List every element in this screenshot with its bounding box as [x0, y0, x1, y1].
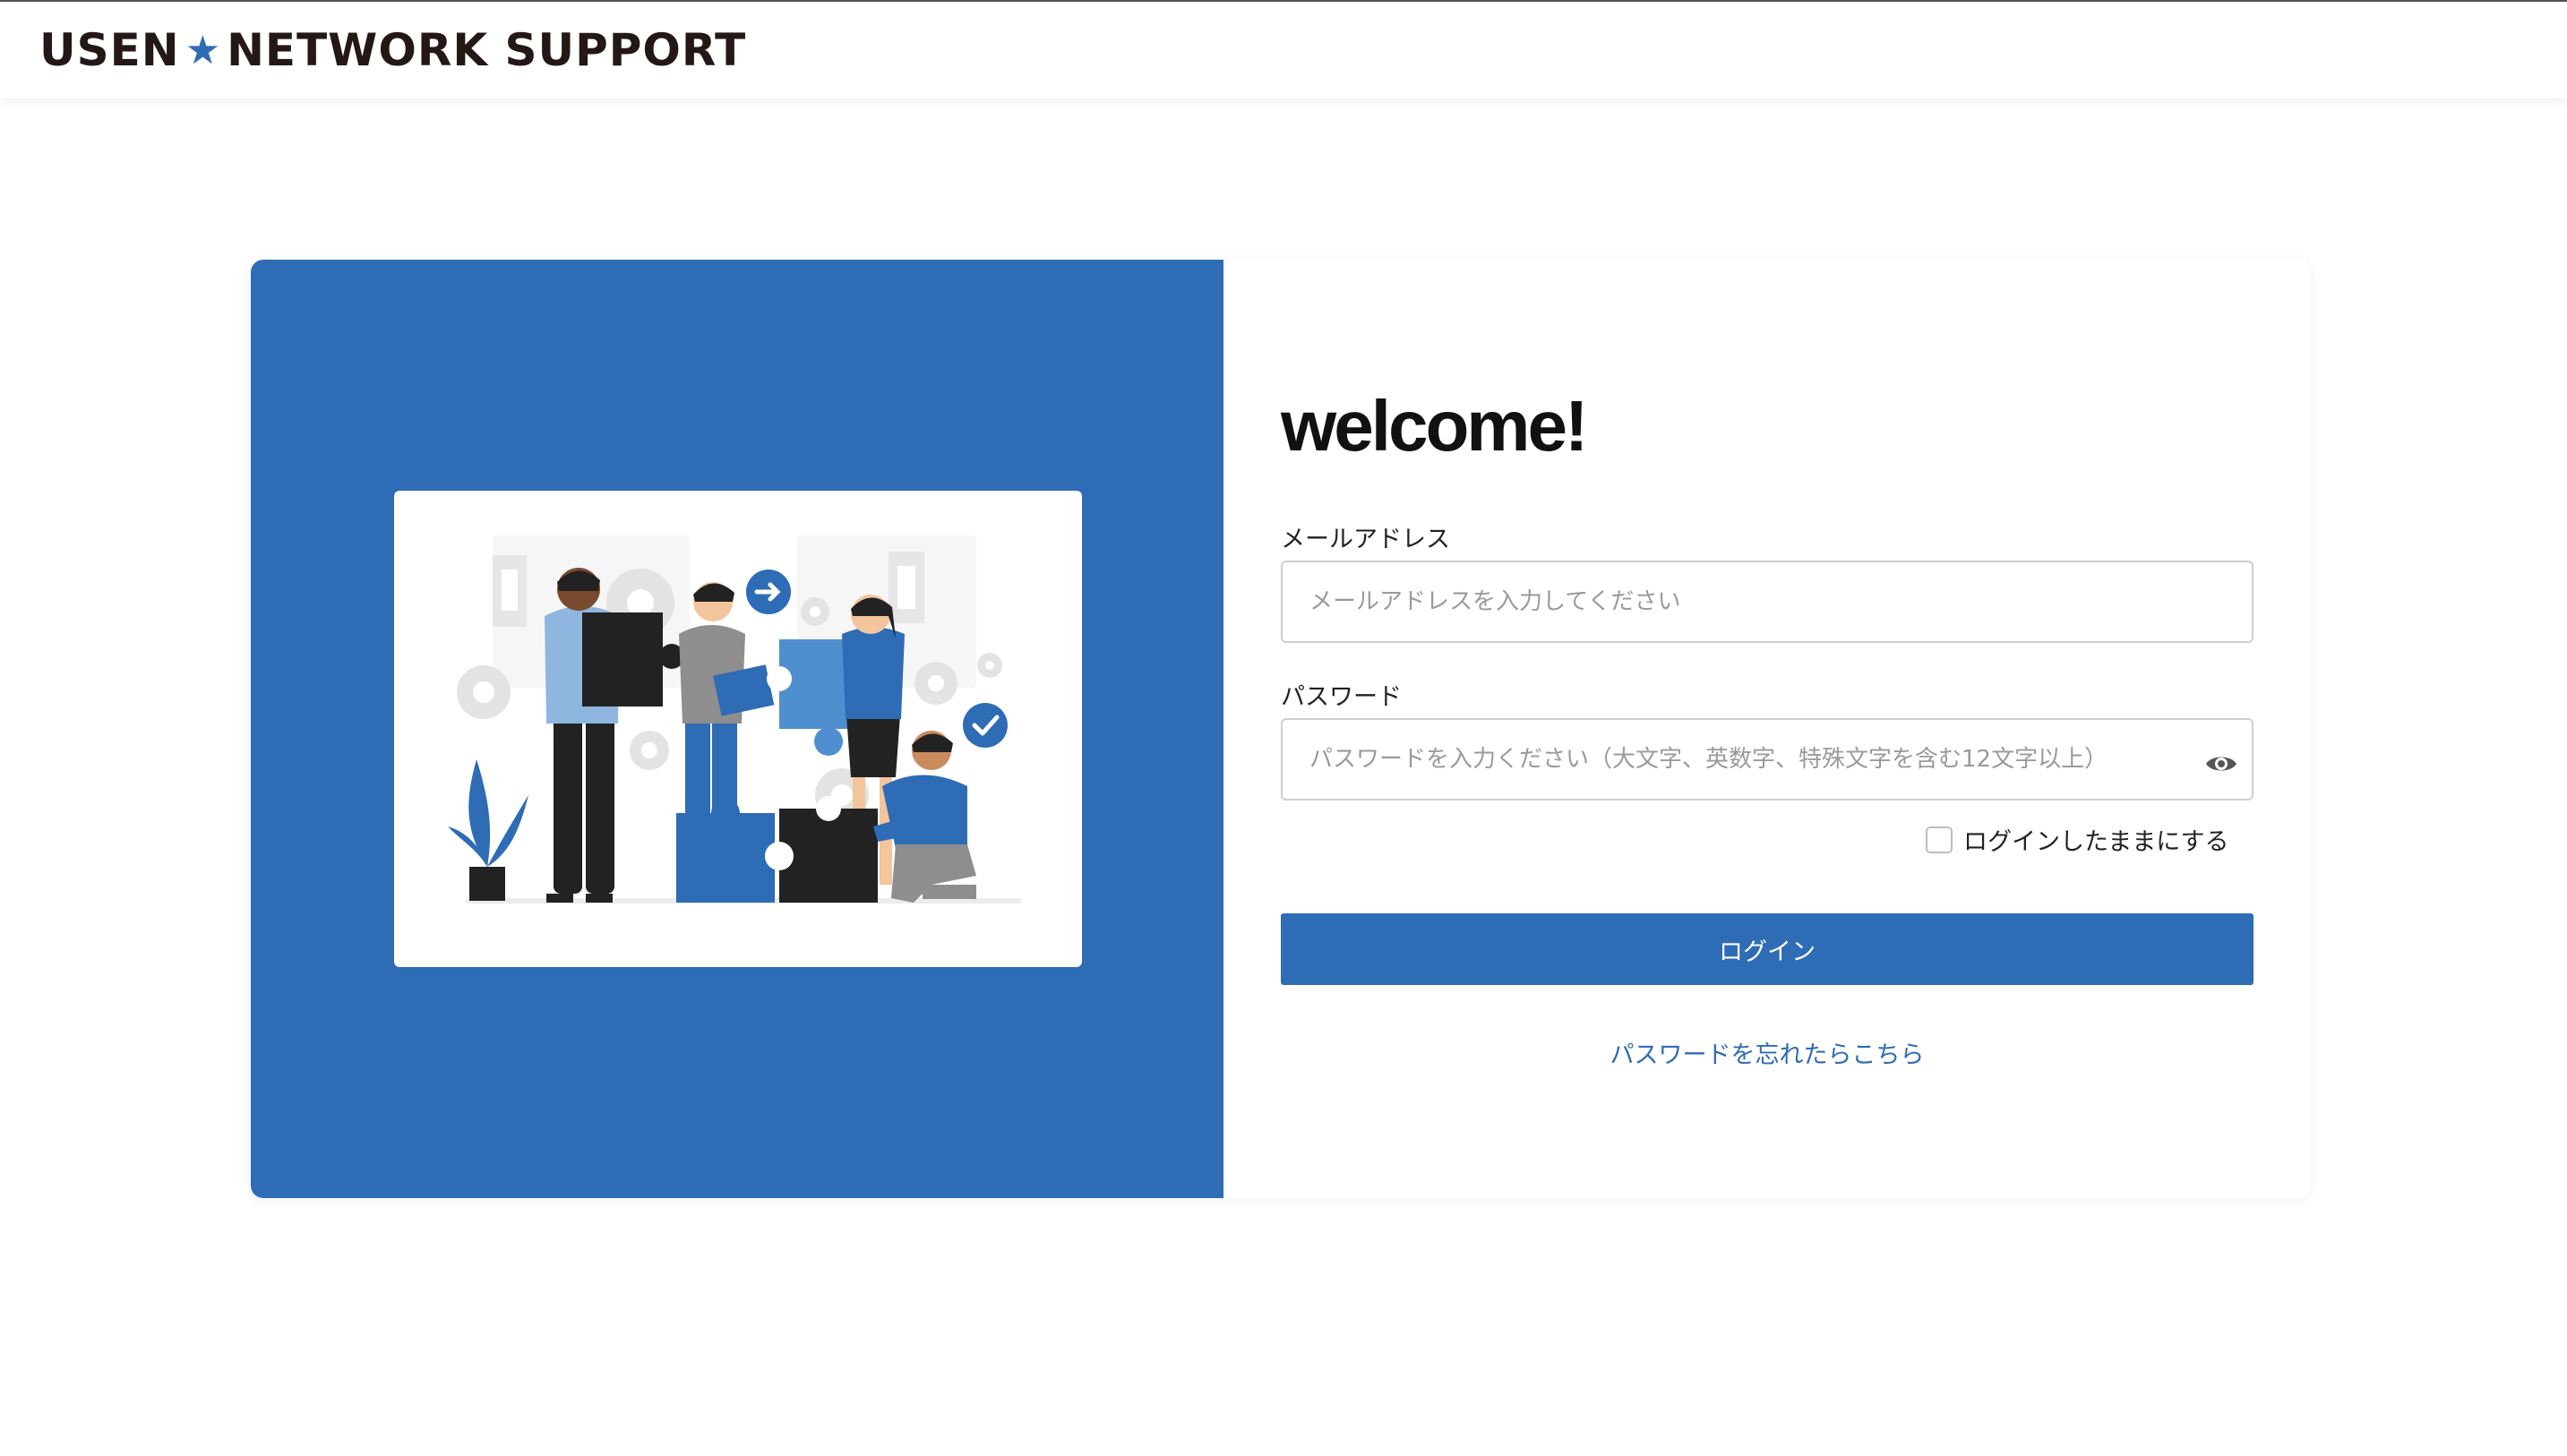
forgot-password-link[interactable]: パスワードを忘れたらこちら: [1281, 1035, 2254, 1070]
login-form-panel: welcome! メールアドレス パスワード ログインしたままにする ログイン …: [1223, 260, 2311, 1198]
login-button[interactable]: ログイン: [1281, 913, 2254, 985]
logo-star-icon: ★: [185, 27, 222, 73]
password-input[interactable]: [1281, 718, 2254, 801]
welcome-heading: welcome!: [1281, 386, 1589, 466]
remember-me-checkbox[interactable]: [1926, 826, 1953, 853]
remember-me-label[interactable]: ログインしたままにする: [1963, 822, 2228, 857]
logo-text-network-support: NETWORK SUPPORT: [227, 24, 747, 76]
login-card: welcome! メールアドレス パスワード ログインしたままにする ログイン …: [251, 260, 2311, 1198]
illustration-frame: [394, 491, 1082, 967]
eye-icon: [2206, 757, 2236, 771]
teamwork-puzzle-illustration: [448, 535, 1021, 904]
email-input[interactable]: [1281, 561, 2254, 643]
logo-text-usen: USEN: [39, 24, 180, 76]
password-label: パスワード: [1281, 683, 1402, 711]
show-password-toggle[interactable]: [2202, 748, 2241, 780]
remember-me[interactable]: ログインしたままにする: [1926, 822, 2228, 857]
illustration-panel: [251, 260, 1223, 1198]
site-header: USEN ★ NETWORK SUPPORT: [0, 2, 2567, 98]
email-label: メールアドレス: [1281, 526, 1450, 553]
usen-network-support-logo[interactable]: USEN ★ NETWORK SUPPORT: [39, 24, 746, 76]
